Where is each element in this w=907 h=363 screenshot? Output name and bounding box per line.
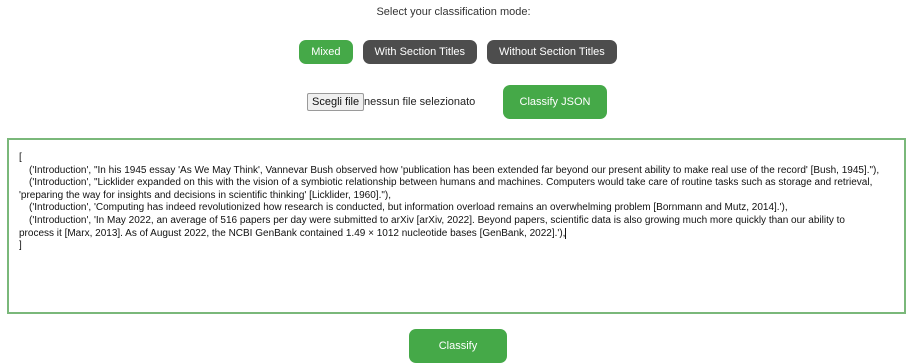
json-line: ('Introduction', 'In May 2022, an averag… xyxy=(29,214,845,226)
classify-json-button[interactable]: Classify JSON xyxy=(503,85,607,119)
classify-button[interactable]: Classify xyxy=(409,329,507,363)
mode-selector: Mixed With Section Titles Without Sectio… xyxy=(0,40,907,64)
json-line: [ xyxy=(19,152,22,163)
json-line: ('Introduction', "Licklider expanded on … xyxy=(29,177,873,189)
mode-mixed-button[interactable]: Mixed xyxy=(299,40,353,64)
json-line: 'preparing the way for insights and deci… xyxy=(19,189,392,201)
mode-with-section-titles-button[interactable]: With Section Titles xyxy=(362,40,478,64)
json-line: ] xyxy=(19,240,22,252)
text-caret xyxy=(565,227,567,239)
json-line: ('Introduction', 'Computing has indeed r… xyxy=(29,202,788,214)
classifier-page: Select your classification mode: Mixed W… xyxy=(0,0,907,363)
mode-without-section-titles-button[interactable]: Without Section Titles xyxy=(487,40,617,64)
json-input-textarea[interactable]: [ ('Introduction', "In his 1945 essay 'A… xyxy=(7,138,906,314)
mode-prompt: Select your classification mode: xyxy=(376,6,531,18)
json-line-last-entry: process it [Marx, 2013]. As of August 20… xyxy=(19,227,904,241)
file-status-text: nessun file selezionato xyxy=(364,96,476,108)
json-line-text: process it [Marx, 2013]. As of August 20… xyxy=(19,227,566,239)
file-upload-row: Scegli file nessun file selezionato Clas… xyxy=(0,85,907,119)
json-line: ('Introduction', "In his 1945 essay 'As … xyxy=(29,164,880,176)
choose-file-button[interactable]: Scegli file xyxy=(307,93,365,111)
